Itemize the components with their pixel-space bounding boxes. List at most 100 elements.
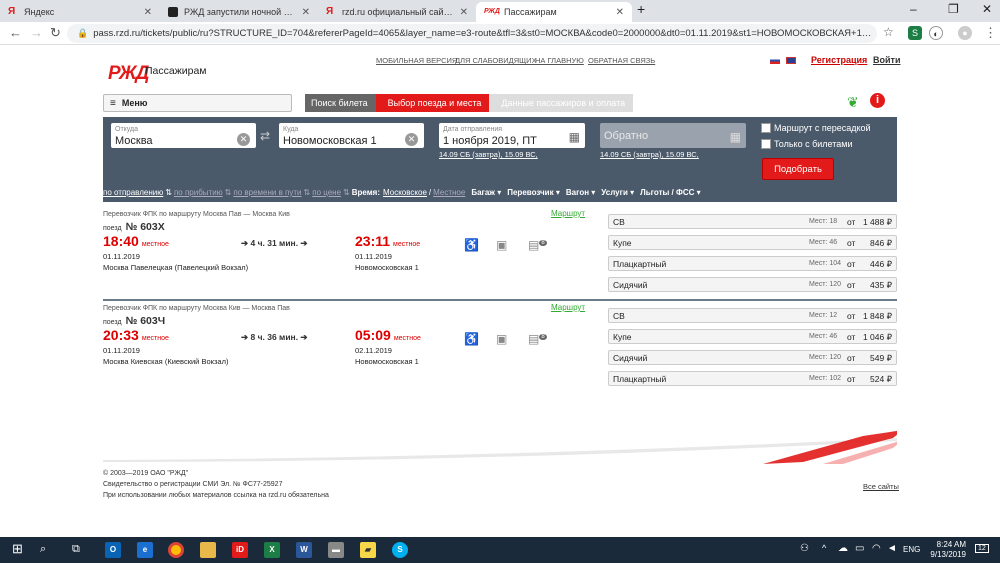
back-icon[interactable]: ← [9, 25, 22, 40]
car-class-row[interactable]: Купе Мест: 46 от 1 046 ₽ [608, 329, 897, 344]
calendar-icon[interactable]: ▦ [569, 130, 580, 144]
outlook-icon[interactable]: O [105, 542, 121, 558]
word-icon[interactable]: W [296, 542, 312, 558]
volume-icon[interactable]: ◄ [887, 543, 897, 554]
star-icon[interactable]: ☆ [883, 25, 894, 39]
tab-yandex-search[interactable]: Я rzd.ru официальный сайт — Янд ✕ [318, 2, 476, 22]
eco-leaf-icon[interactable]: ❦ [847, 94, 859, 111]
info-icon[interactable]: i [870, 93, 885, 108]
register-link[interactable]: Регистрация [811, 55, 867, 65]
notifications-badge[interactable]: 12 [975, 544, 989, 553]
link-feedback[interactable]: ОБРАТНАЯ СВЯЗЬ [588, 56, 655, 65]
rzd-logo[interactable]: РЖД [108, 63, 149, 84]
checkbox[interactable] [761, 139, 771, 149]
close-icon[interactable]: ✕ [460, 7, 468, 18]
tab-rzd[interactable]: РЖД Пассажирам ✕ [476, 2, 632, 22]
wifi-icon[interactable]: ◠ [872, 543, 881, 554]
time-moscow[interactable]: Московское [383, 188, 427, 200]
swap-icon[interactable]: ⇄ [260, 129, 270, 143]
sort-departure[interactable]: по отправлению [103, 188, 163, 200]
time-local[interactable]: Местное [433, 188, 465, 200]
filter-car[interactable]: Вагон ▾ [566, 188, 595, 200]
close-window-button[interactable]: ✕ [982, 2, 992, 16]
return-date-field[interactable]: Обратно ▦ [600, 123, 746, 148]
car-class-row[interactable]: Сидячий Мест: 120 от 435 ₽ [608, 277, 897, 292]
chrome-icon[interactable] [168, 542, 184, 558]
edge-icon[interactable]: e [137, 542, 153, 558]
all-sites-link[interactable]: Все сайты [863, 482, 899, 491]
luggage-icon: ▣ [496, 332, 508, 346]
profile-avatar-icon[interactable]: ● [958, 26, 972, 40]
usage-notice: При использовании любых материалов ссылк… [103, 492, 329, 499]
forward-icon[interactable]: → [30, 25, 43, 40]
battery-icon[interactable]: ▭ [855, 543, 864, 554]
date-quick-links[interactable]: 14.09 СБ (завтра), 15.09 ВС, [439, 150, 538, 159]
filter-baggage[interactable]: Багаж ▾ [471, 188, 501, 200]
menu-button[interactable]: ≡ Меню [103, 94, 292, 112]
car-class-row[interactable]: СВ Мест: 18 от 1 488 ₽ [608, 214, 897, 229]
menu-dots-icon[interactable]: ⋮ [984, 25, 997, 41]
car-class-row[interactable]: Купе Мест: 46 от 846 ₽ [608, 235, 897, 250]
car-class-row[interactable]: Сидячий Мест: 120 от 549 ₽ [608, 350, 897, 365]
filter-benefits[interactable]: Льготы / ФСС ▾ [640, 188, 701, 200]
route-link[interactable]: Маршрут [551, 209, 585, 218]
login-link[interactable]: Войти [873, 55, 900, 65]
link-accessibility[interactable]: ДЛЯ СЛАБОВИДЯЩИХ [455, 56, 537, 65]
sticky-notes-icon[interactable]: ▰ [360, 542, 376, 558]
clear-icon[interactable]: ✕ [405, 133, 418, 146]
url-input[interactable]: 🔒 pass.rzd.ru/tickets/public/ru?STRUCTUR… [67, 24, 877, 43]
link-home[interactable]: НА ГЛАВНУЮ [535, 56, 584, 65]
seats-count: Мест: 46 [809, 239, 838, 246]
extension-icon[interactable]: ◐ [929, 26, 943, 40]
price-from: от [847, 280, 856, 290]
step-search[interactable]: Поиск билета [305, 94, 376, 112]
transfer-checkbox[interactable]: Маршрут с пересадкой [761, 123, 871, 133]
sort-price[interactable]: по цене [312, 188, 341, 200]
car-class-row[interactable]: Плацкартный Мест: 104 от 446 ₽ [608, 256, 897, 271]
indesign-icon[interactable]: iD [232, 542, 248, 558]
return-quick-links[interactable]: 14.09 СБ (завтра), 15.09 ВС, [600, 150, 699, 159]
tickets-only-checkbox[interactable]: Только с билетами [761, 139, 852, 149]
to-field[interactable]: Куда Новомосковская 1 ✕ [279, 123, 424, 148]
checkbox[interactable] [761, 123, 771, 133]
english-flag-icon[interactable] [786, 57, 796, 64]
people-icon[interactable]: ⚇ [800, 543, 809, 554]
filter-carrier[interactable]: Перевозчик ▾ [507, 188, 560, 200]
sort-travel-time[interactable]: по времени в пути [233, 188, 301, 200]
calendar-icon[interactable]: ▦ [730, 130, 741, 144]
windows-start-icon[interactable]: ⊞ [12, 541, 23, 557]
minimize-button[interactable]: – [910, 2, 917, 16]
close-icon[interactable]: ✕ [616, 7, 624, 18]
skype-icon[interactable]: S [392, 542, 408, 558]
cloud-icon[interactable]: ☁ [838, 543, 848, 554]
extension-icon[interactable]: S [908, 26, 922, 40]
route-link[interactable]: Маршрут [551, 303, 585, 312]
close-icon[interactable]: ✕ [302, 7, 310, 18]
reload-icon[interactable]: ↻ [50, 25, 61, 41]
clock[interactable]: 8:24 AM 9/13/2019 [930, 540, 966, 560]
language-indicator[interactable]: ENG [903, 545, 920, 554]
from-field[interactable]: Откуда Москва ✕ [111, 123, 256, 148]
file-explorer-icon[interactable] [200, 542, 216, 558]
sort-arrival[interactable]: по прибытию [174, 188, 223, 200]
search-icon[interactable]: ⌕ [40, 543, 46, 556]
close-icon[interactable]: ✕ [144, 7, 152, 18]
filter-services[interactable]: Услуги ▾ [601, 188, 634, 200]
new-tab-button[interactable]: + [637, 1, 645, 17]
departure-date-field[interactable]: Дата отправления 1 ноября 2019, ПТ ▦ [439, 123, 585, 148]
russian-flag-icon[interactable] [770, 57, 780, 64]
car-class-row[interactable]: Плацкартный Мест: 102 от 524 ₽ [608, 371, 897, 386]
car-class-row[interactable]: СВ Мест: 12 от 1 848 ₽ [608, 308, 897, 323]
travel-duration: ➔ 4 ч. 31 мин. ➔ [241, 238, 308, 249]
task-view-icon[interactable]: ⧉ [72, 543, 80, 556]
tab-news[interactable]: РЖД запустили ночной поезд и ✕ [160, 2, 318, 22]
price: 1 848 ₽ [862, 311, 892, 321]
clear-icon[interactable]: ✕ [237, 133, 250, 146]
excel-icon[interactable]: X [264, 542, 280, 558]
link-mobile-version[interactable]: МОБИЛЬНАЯ ВЕРСИЯ [376, 56, 457, 65]
app-icon[interactable]: ▬ [328, 542, 344, 558]
tab-yandex[interactable]: Я Яндекс ✕ [0, 2, 160, 22]
search-button[interactable]: Подобрать [762, 158, 834, 180]
maximize-button[interactable]: ❐ [948, 2, 959, 16]
chevron-up-icon[interactable]: ^ [822, 543, 826, 553]
